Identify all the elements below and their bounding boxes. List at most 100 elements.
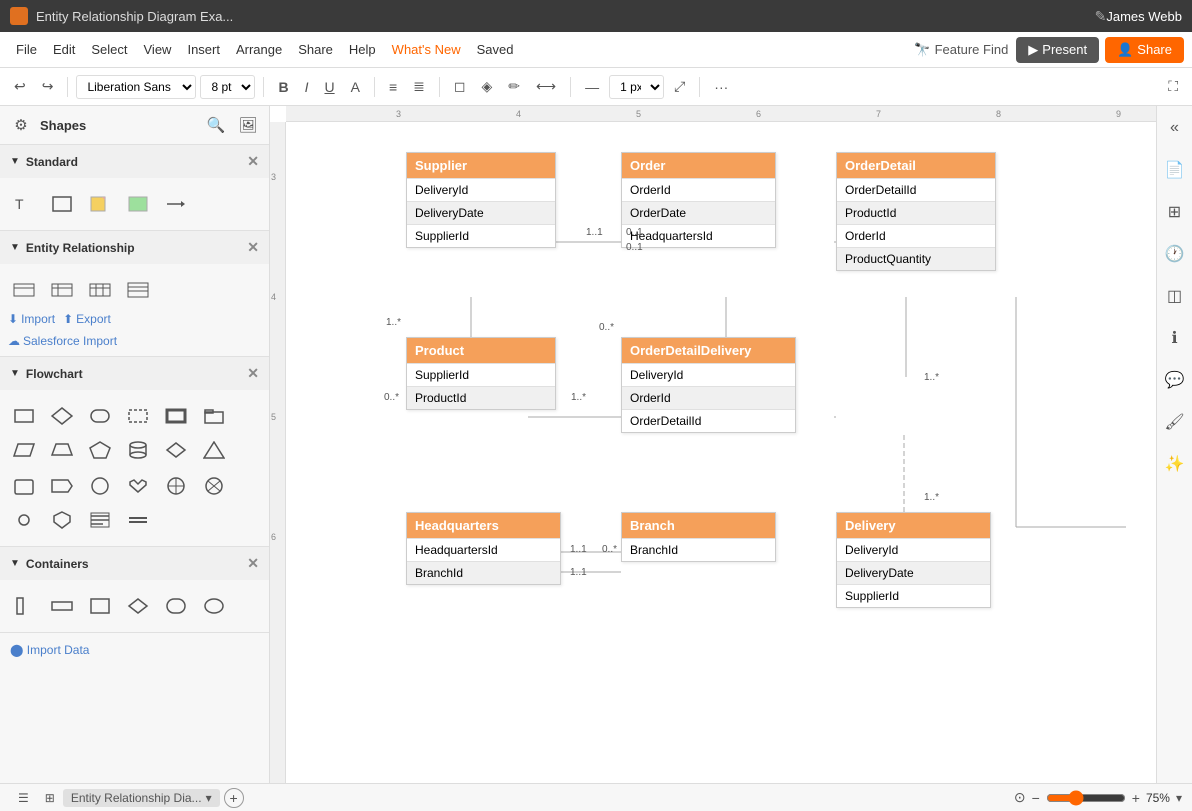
zoom-slider[interactable] [1046,790,1126,806]
add-tab-button[interactable]: + [224,788,244,808]
er-shape-1[interactable] [8,276,40,304]
fc-rounded[interactable] [84,402,116,430]
fc-x-circle[interactable] [198,472,230,500]
grid-icon[interactable]: ⊞ [1161,198,1189,226]
salesforce-button[interactable]: ☁ Salesforce Import [8,330,261,348]
bold-button[interactable]: B [272,76,294,98]
fc-dashed[interactable] [122,402,154,430]
line-width-select[interactable]: 1 px [609,75,664,99]
delivery-entity[interactable]: Delivery DeliveryId DeliveryDate Supplie… [836,512,991,608]
page-icon[interactable]: 📄 [1161,156,1189,184]
product-entity[interactable]: Product SupplierId ProductId [406,337,556,410]
order-detail-delivery-entity[interactable]: OrderDetailDelivery DeliveryId OrderId O… [621,337,796,433]
close-er-icon[interactable]: ✕ [247,239,259,256]
menu-view[interactable]: View [136,38,180,61]
er-section-header[interactable]: ▼ Entity Relationship ✕ [0,231,269,264]
fc-circle[interactable] [84,472,116,500]
menu-share[interactable]: Share [290,38,341,61]
fc-thick[interactable] [160,402,192,430]
line-button[interactable]: — [579,76,605,98]
supplier-entity[interactable]: Supplier DeliveryId DeliveryDate Supplie… [406,152,556,248]
clock-icon[interactable]: 🕐 [1161,240,1189,268]
fc-rect[interactable] [8,402,40,430]
grid-view-button[interactable]: ⊞ [37,789,63,807]
map-icon[interactable]: ⊙ [1014,789,1026,806]
ct-wide[interactable] [46,592,78,620]
zoom-out-button[interactable]: − [1032,790,1040,806]
close-flowchart-icon[interactable]: ✕ [247,365,259,382]
ct-ellipse[interactable] [198,592,230,620]
underline-button[interactable]: U [318,76,340,98]
ct-diamond[interactable] [122,592,154,620]
standard-section-header[interactable]: ▼ Standard ✕ [0,145,269,178]
fc-diamond[interactable] [46,402,78,430]
zoom-dropdown-icon[interactable]: ▾ [1176,791,1182,805]
ct-rect[interactable] [84,592,116,620]
fill-button[interactable]: ◻ [448,75,472,98]
fc-small-circle[interactable] [8,506,40,534]
import-data-button[interactable]: ⬤ Import Data [10,643,89,657]
edit-title-icon[interactable]: ✎ [1095,8,1107,25]
waypoints-button[interactable]: ⤢ [668,75,691,98]
info-icon[interactable]: ℹ [1161,324,1189,352]
order-detail-entity[interactable]: OrderDetail OrderDetailId ProductId Orde… [836,152,996,271]
er-shape-3[interactable] [84,276,116,304]
fc-diamond2[interactable] [160,436,192,464]
chevrons-left-icon[interactable]: « [1161,114,1189,142]
menu-select[interactable]: Select [83,38,135,61]
tab-dropdown-icon[interactable]: ▾ [206,791,212,805]
arrow-shape[interactable] [160,190,192,218]
containers-section-header[interactable]: ▼ Containers ✕ [0,547,269,580]
fc-scroll[interactable] [8,472,40,500]
close-standard-icon[interactable]: ✕ [247,153,259,170]
layers-icon[interactable]: ◫ [1161,282,1189,310]
font-color-button[interactable]: A [345,76,366,98]
italic-button[interactable]: I [299,76,315,98]
more-button[interactable]: ··· [708,76,734,98]
close-containers-icon[interactable]: ✕ [247,555,259,572]
import-button[interactable]: ⬇ Import [8,312,55,326]
comment-icon[interactable]: 💬 [1161,366,1189,394]
format-icon[interactable]: 🖌 [1161,408,1189,436]
fc-triangle[interactable] [198,436,230,464]
fc-trapezoid[interactable] [46,436,78,464]
connection-style-button[interactable]: ⟷ [530,75,562,98]
font-family-select[interactable]: Liberation Sans [76,75,196,99]
text-align-button[interactable]: ≣ [407,75,431,98]
fc-list[interactable] [84,506,116,534]
menu-file[interactable]: File [8,38,45,61]
export-button[interactable]: ⬆ Export [63,312,111,326]
fc-cross[interactable] [160,472,192,500]
present-button[interactable]: ▶ Present [1016,37,1099,63]
text-shape[interactable]: T [8,190,40,218]
er-shape-4[interactable] [122,276,154,304]
fc-equals[interactable] [122,506,154,534]
image-icon[interactable]: 🖼 [235,112,261,138]
magic-icon[interactable]: ✨ [1161,450,1189,478]
zoom-in-button[interactable]: + [1132,790,1140,806]
list-view-button[interactable]: ☰ [10,789,37,807]
canvas-wrapper[interactable]: 3 4 5 6 7 8 9 3 4 5 6 [270,106,1156,783]
share-button[interactable]: 👤 Share [1105,37,1184,63]
er-shape-2[interactable] [46,276,78,304]
menu-insert[interactable]: Insert [179,38,228,61]
shapes-icon[interactable]: ⚙ [8,112,34,138]
fill-color-button[interactable]: ◈ [475,75,498,98]
fc-step[interactable] [46,472,78,500]
redo-button[interactable]: ↪ [36,75,60,98]
current-tab[interactable]: Entity Relationship Dia... ▾ [63,789,220,807]
note-shape[interactable] [84,190,116,218]
ct-rounded[interactable] [160,592,192,620]
undo-button[interactable]: ↩ [8,75,32,98]
order-entity[interactable]: Order OrderId OrderDate HeadquartersId [621,152,776,248]
colored-rect-shape[interactable] [122,190,154,218]
feature-find[interactable]: 🔭 Feature Find [914,42,1008,58]
menu-arrange[interactable]: Arrange [228,38,290,61]
fc-parallelogram[interactable] [8,436,40,464]
flowchart-section-header[interactable]: ▼ Flowchart ✕ [0,357,269,390]
fc-folder[interactable] [198,402,230,430]
ct-tall[interactable] [8,592,40,620]
menu-help[interactable]: Help [341,38,384,61]
fullscreen-button[interactable]: ⛶ [1162,75,1184,98]
align-button[interactable]: ≡ [383,76,403,98]
